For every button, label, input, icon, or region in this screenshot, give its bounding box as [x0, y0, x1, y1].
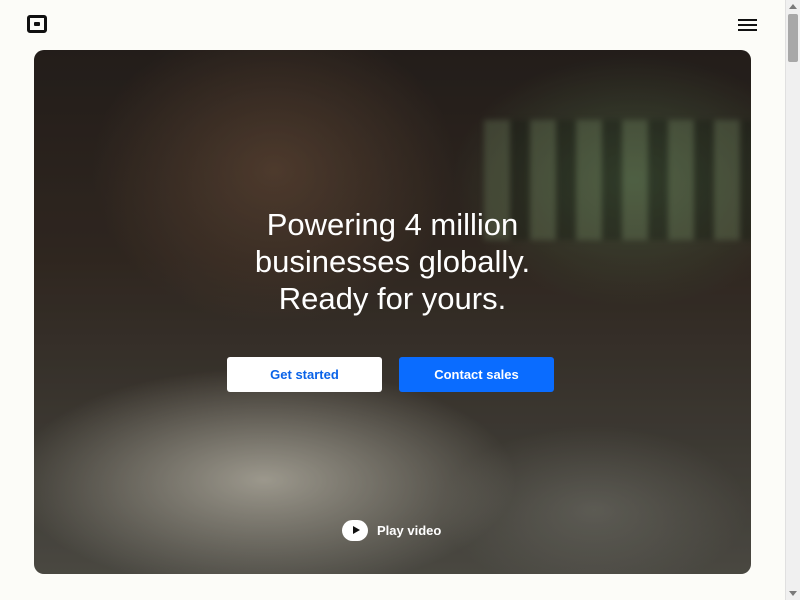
scroll-up-arrow-icon[interactable]	[789, 4, 797, 9]
square-logo-icon[interactable]	[27, 15, 47, 33]
play-icon	[342, 519, 368, 541]
play-video-button[interactable]: Play video	[342, 519, 441, 541]
scroll-down-arrow-icon[interactable]	[789, 591, 797, 596]
hero-headline: Powering 4 million businesses globally. …	[34, 206, 751, 317]
headline-line-2: businesses globally.	[254, 244, 531, 279]
vertical-scrollbar[interactable]	[785, 0, 800, 600]
logo-inner-mark	[34, 22, 40, 26]
hamburger-menu-icon[interactable]	[737, 17, 759, 33]
menu-line	[738, 29, 757, 31]
menu-line	[738, 19, 757, 21]
play-video-label: Play video	[377, 522, 442, 538]
get-started-button[interactable]: Get started	[227, 357, 382, 392]
contact-sales-button[interactable]: Contact sales	[399, 357, 554, 392]
page: Powering 4 million businesses globally. …	[0, 0, 785, 600]
hero-video-banner: Powering 4 million businesses globally. …	[34, 50, 751, 574]
headline-line-1: Powering 4 million	[266, 207, 519, 242]
menu-line	[738, 24, 757, 26]
headline-line-3: Ready for yours.	[278, 281, 507, 316]
scrollbar-thumb[interactable]	[788, 14, 798, 62]
